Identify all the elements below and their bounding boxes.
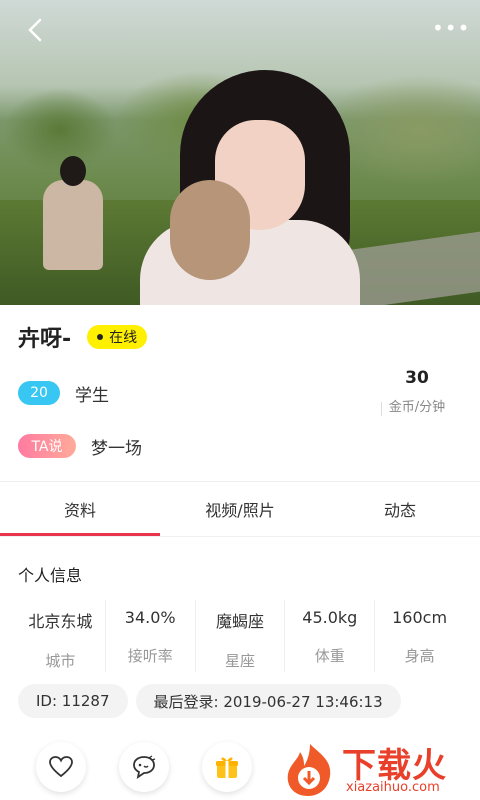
cover-background-person — [38, 150, 108, 280]
last-login-chip: 最后登录: 2019-06-27 13:46:13 — [135, 684, 401, 718]
chat-bubble-icon — [133, 755, 156, 779]
stat-label: 接听率 — [127, 647, 173, 665]
stat-value: 北京东城 — [28, 612, 93, 631]
profile-cover-photo — [0, 0, 480, 305]
motto-text: 梦一场 — [91, 438, 142, 459]
heart-icon — [49, 756, 73, 778]
watermark-subtext: xiazaihuo.com — [346, 780, 440, 795]
gift-button[interactable] — [202, 742, 252, 792]
flame-logo-icon — [287, 744, 331, 796]
tab-videos-photos[interactable]: 视频/照片 — [160, 482, 320, 536]
occupation-text: 学生 — [75, 385, 109, 406]
cover-main-person — [140, 70, 370, 305]
stat-value: 34.0% — [124, 608, 176, 627]
info-chips: ID: 11287 最后登录: 2019-06-27 13:46:13 — [18, 684, 409, 718]
online-dot-icon — [97, 334, 104, 340]
profile-name: 卉呀- — [18, 327, 72, 352]
more-dots-icon: ••• — [432, 16, 471, 40]
motto-row: TA说 梦一场 — [18, 433, 142, 459]
stat-label: 星座 — [224, 652, 255, 670]
more-options-button[interactable]: ••• — [432, 18, 469, 38]
stat-height: 160cm 身高 — [375, 600, 464, 672]
tab-profile-info[interactable]: 资料 — [0, 482, 160, 536]
user-id-chip: ID: 11287 — [18, 684, 128, 718]
section-title: 个人信息 — [18, 566, 83, 585]
gift-icon — [216, 757, 238, 778]
back-button[interactable] — [24, 16, 52, 44]
tab-label: 资料 — [63, 501, 96, 520]
stat-weight: 45.0kg 体重 — [285, 600, 376, 672]
stat-label: 体重 — [314, 647, 345, 665]
profile-tabs: 资料 视频/照片 动态 — [0, 482, 480, 536]
call-price: 30 金币/分钟 — [372, 368, 462, 415]
chat-button[interactable] — [119, 742, 169, 792]
stat-value: 160cm — [392, 608, 448, 627]
tab-label: 视频/照片 — [205, 501, 275, 520]
stat-label: 城市 — [45, 652, 76, 670]
call-price-unit: 金币/分钟 — [388, 400, 446, 415]
watermark-logo: 下载火 xiazaihuo.com — [280, 736, 480, 800]
personal-info-stats: 北京东城 城市 34.0% 接听率 魔蝎座 星座 45.0kg 体重 160cm… — [16, 600, 464, 672]
profile-name-row: 卉呀- 在线 — [18, 322, 148, 352]
age-occupation-row: 20 学生 — [18, 380, 109, 406]
stat-label: 身高 — [404, 647, 435, 665]
ta-say-badge: TA说 — [18, 434, 76, 458]
tab-moments[interactable]: 动态 — [320, 482, 480, 536]
chevron-left-icon — [28, 18, 42, 42]
stat-zodiac: 魔蝎座 星座 — [196, 600, 286, 672]
like-button[interactable] — [36, 742, 86, 792]
tab-label: 动态 — [383, 501, 416, 520]
call-price-value: 30 — [405, 368, 429, 388]
stat-answer-rate: 34.0% 接听率 — [106, 600, 196, 672]
stat-value: 45.0kg — [302, 608, 358, 627]
age-badge: 20 — [18, 381, 60, 405]
stat-value: 魔蝎座 — [215, 612, 264, 631]
stat-city: 北京东城 城市 — [16, 600, 106, 672]
tabs-divider — [0, 536, 480, 537]
online-status-badge: 在线 — [87, 325, 148, 349]
online-status-label: 在线 — [109, 330, 138, 346]
